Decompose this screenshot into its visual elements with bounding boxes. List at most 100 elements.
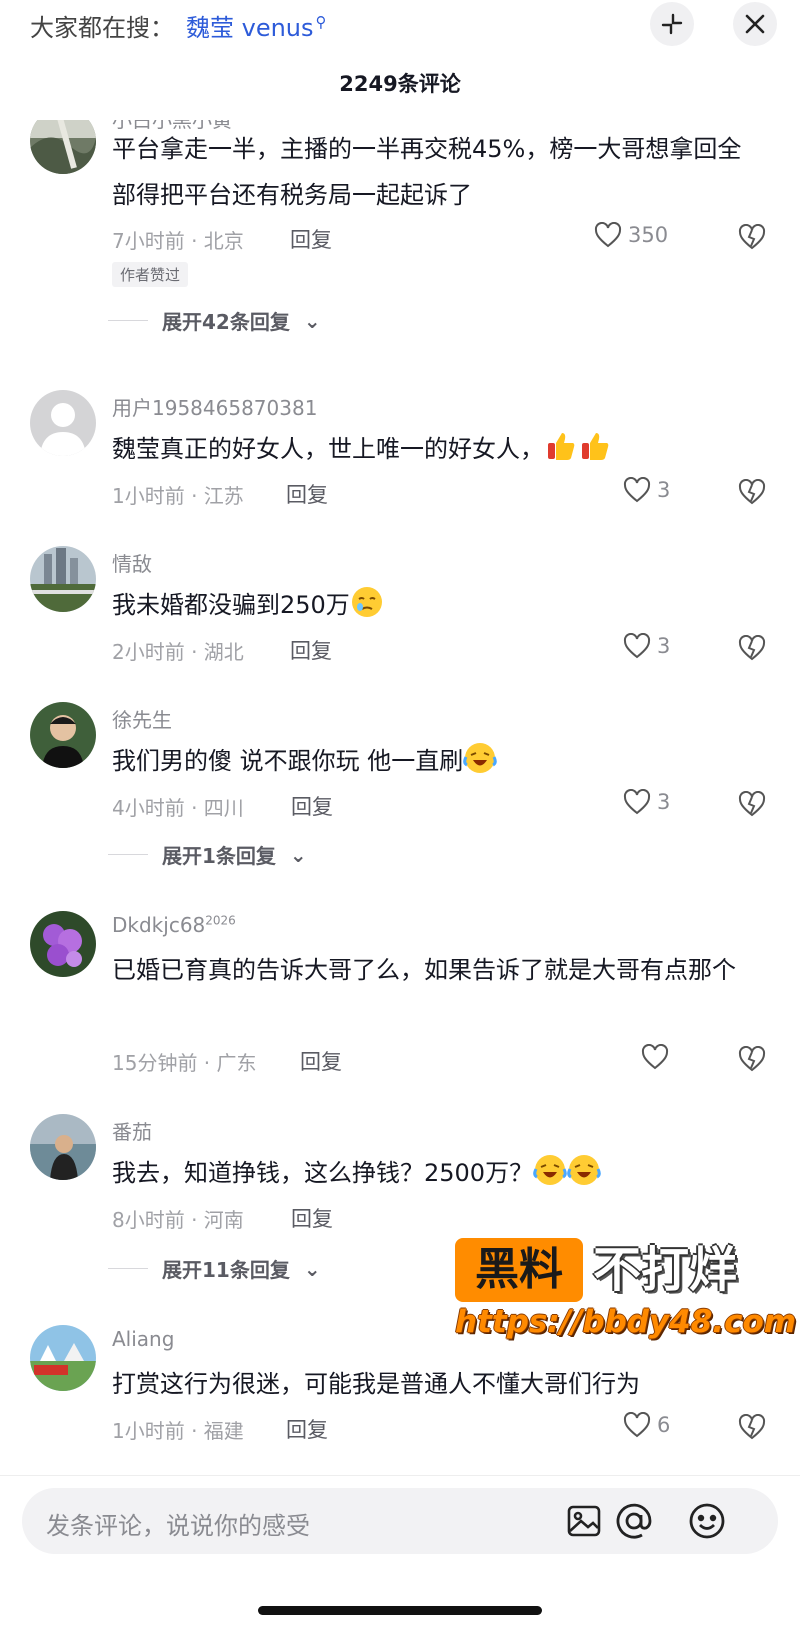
like-button[interactable]: 3 [623,789,670,815]
search-icon: ⚲ [315,13,327,31]
search-term-text: 魏莹 venus [186,14,314,42]
comment-username[interactable]: Aliang [112,1327,174,1351]
comment-time-location: 1小时前 · 福建 [112,1419,244,1443]
reply-button[interactable]: 回复 [290,635,332,665]
like-button[interactable] [641,1044,675,1070]
chevron-down-icon: ⌄ [289,842,307,867]
comment-input[interactable]: 发条评论，说说你的感受 [22,1488,778,1554]
watermark-url: https://bbdy48.com [455,1304,797,1340]
broken-heart-icon [738,634,766,661]
comment-username[interactable]: 番茄 [112,1116,152,1145]
heart-icon [641,1044,669,1070]
teary-face-emoji-icon [351,587,382,617]
heart-icon [623,477,651,503]
dislike-button[interactable] [738,223,766,254]
watermark-badge: 黑料 [455,1238,583,1302]
comment-text-content: 魏莹真正的好女人，世上唯一的好女人， [112,435,544,463]
reply-button[interactable]: 回复 [286,479,328,509]
avatar[interactable] [30,702,96,768]
comment-time-location: 1小时前 · 江苏 [112,484,244,508]
like-button[interactable]: 350 [594,222,668,248]
divider-line [108,854,148,855]
comment-input-bar: 发条评论，说说你的感受 [0,1475,800,1625]
like-count: 6 [657,1413,671,1437]
like-button[interactable]: 3 [623,477,670,503]
comment-text: 魏莹真正的好女人，世上唯一的好女人， [112,426,752,472]
comment-text-content: 我未婚都没骗到250万 [112,591,350,619]
comment-text-content: 我们男的傻 说不跟你玩 他一直刷 [112,747,464,775]
avatar[interactable] [30,546,96,612]
reply-button[interactable]: 回复 [300,1046,342,1076]
comment-input-placeholder: 发条评论，说说你的感受 [46,1512,310,1540]
like-count: 3 [657,790,671,814]
like-count: 3 [657,478,671,502]
expand-replies-label: 展开11条回复 [162,1258,290,1282]
dislike-button[interactable] [738,634,766,665]
collapse-button[interactable] [650,2,694,46]
comment-count: 2249条评论 [339,72,461,96]
comment-username[interactable]: Dkdkjc682026 [112,913,236,937]
at-icon[interactable] [614,1501,654,1541]
expand-replies-button[interactable]: 展开11条回复 ⌄ [108,1254,321,1283]
watermark: 黑料 不打烊 https://bbdy48.com [455,1238,797,1340]
comment-time-location: 8小时前 · 河南 [112,1208,244,1232]
comment-time-location: 7小时前 · 北京 [112,229,244,253]
heart-icon [623,1412,651,1438]
like-button[interactable]: 3 [623,633,670,659]
reply-button[interactable]: 回复 [290,224,332,254]
crying-laughing-emoji-icon [567,1155,601,1185]
reply-button[interactable]: 回复 [291,791,333,821]
expand-replies-label: 展开42条回复 [162,310,290,334]
avatar[interactable] [30,911,96,977]
image-icon[interactable] [564,1501,604,1541]
collapse-icon [661,13,683,35]
author-liked-badge: 作者赞过 [112,262,189,287]
comment-username[interactable]: 情敌 [112,548,152,577]
comment-username[interactable]: 用户1958465870381 [112,392,317,421]
comment-time-location: 4小时前 · 四川 [112,796,244,820]
comment-text: 我未婚都没骗到250万 [112,582,752,628]
dislike-button[interactable] [738,790,766,821]
expand-replies-button[interactable]: 展开42条回复 ⌄ [108,306,321,335]
heart-icon [623,633,651,659]
chevron-down-icon: ⌄ [303,308,321,333]
divider-line [108,1268,148,1269]
avatar[interactable] [30,1114,96,1180]
close-button[interactable] [733,2,777,46]
heart-icon [594,222,622,248]
divider-line [108,320,148,321]
smiley-icon[interactable] [687,1501,727,1541]
broken-heart-icon [738,1413,766,1440]
expand-replies-label: 展开1条回复 [162,844,276,868]
broken-heart-icon [738,223,766,250]
dislike-button[interactable] [738,1413,766,1444]
broken-heart-icon [738,1045,766,1072]
broken-heart-icon [738,790,766,817]
heart-icon [623,789,651,815]
avatar[interactable] [30,120,96,174]
search-suggestion-link[interactable]: 魏莹 venus ⚲ [186,8,327,43]
comment-text: 我去，知道挣钱，这么挣钱？2500万？ [112,1150,752,1196]
comment-text: 我们男的傻 说不跟你玩 他一直刷 [112,738,752,784]
top-bar: 大家都在搜： 魏莹 venus ⚲ [0,0,800,50]
search-prefix: 大家都在搜： [30,14,174,42]
comment-username[interactable]: 徐先生 [112,704,172,733]
watermark-slogan: 不打烊 [593,1242,738,1298]
avatar[interactable] [30,390,96,456]
broken-heart-icon [738,478,766,505]
crying-laughing-emoji-icon [533,1155,567,1185]
reply-button[interactable]: 回复 [286,1414,328,1444]
reply-button[interactable]: 回复 [291,1203,333,1233]
dislike-button[interactable] [738,478,766,509]
comment-text: 平台拿走一半，主播的一半再交税45%，榜一大哥想拿回全部得把平台还有税务局一起起… [112,135,742,209]
chevron-down-icon: ⌄ [303,1256,321,1281]
comment-text: 打赏这行为很迷，可能我是普通人不懂大哥们行为 [112,1370,640,1398]
like-button[interactable]: 6 [623,1412,670,1438]
avatar[interactable] [30,1325,96,1391]
username-superscript: 2026 [205,913,236,928]
dislike-button[interactable] [738,1045,766,1076]
home-indicator[interactable] [258,1606,542,1615]
expand-replies-button[interactable]: 展开1条回复 ⌄ [108,840,307,869]
comment-text: 已婚已育真的告诉大哥了么，如果告诉了就是大哥有点那个 [112,956,736,984]
thumbs-up-emoji-icon [548,433,575,460]
